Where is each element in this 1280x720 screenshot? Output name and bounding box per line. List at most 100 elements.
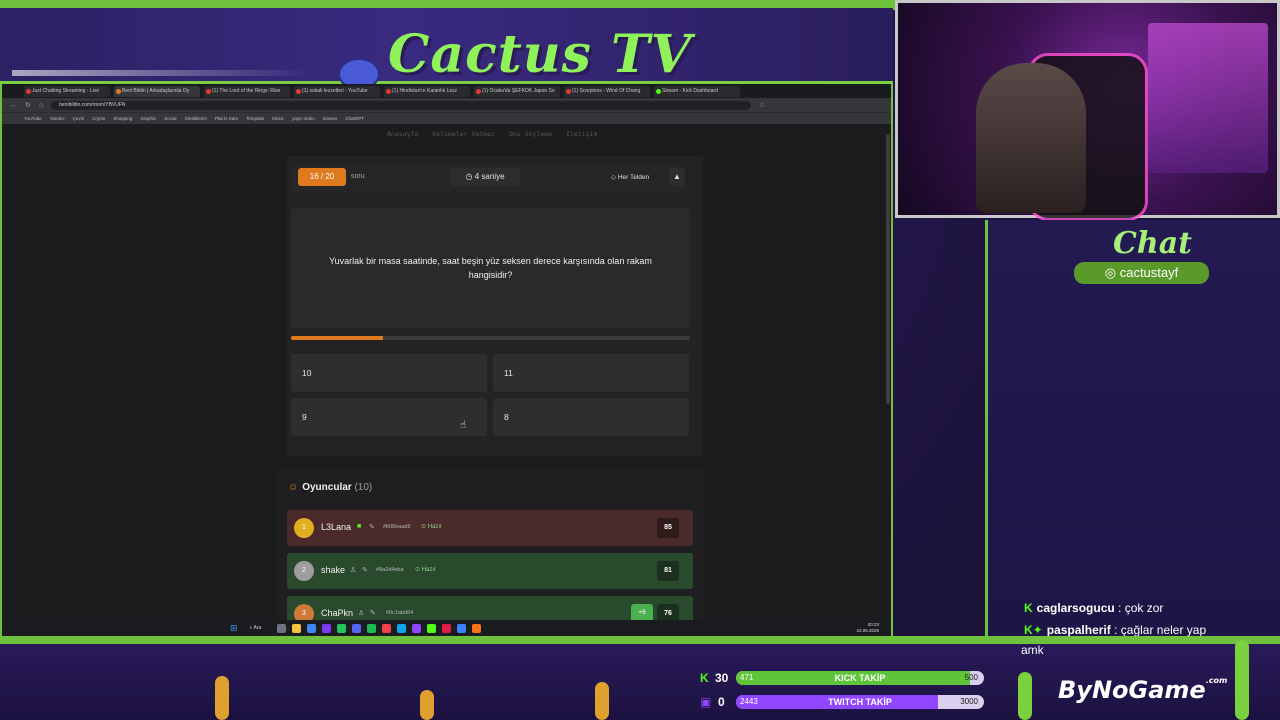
chat-handle: ◎ cactustayf [1074, 262, 1209, 284]
chat-username: caglarsogucu [1036, 601, 1115, 615]
bookmark-star-icon[interactable]: ☆ [759, 101, 765, 109]
cactus-decoration-icon [1018, 672, 1032, 720]
twitch-goal-bar: 2443 TWITCH TAKİP 3000 [736, 695, 984, 709]
url-field[interactable]: benibildin.com/room/YBVUFN [51, 100, 752, 110]
browser-tab[interactable]: (1) sokak lezzetleri - YouTube [294, 85, 380, 97]
reload-icon[interactable]: ↻ [25, 101, 31, 109]
edit-icon[interactable]: ✎ [370, 609, 376, 617]
bookmark-item[interactable]: Çeviri [73, 116, 85, 121]
player-rank: 3 [294, 604, 314, 620]
browser-tab-active[interactable]: Beni Bildin | Arkadaşlarınla Oy [114, 85, 200, 97]
player-score: 81 [657, 561, 679, 581]
player-name: shake [321, 565, 346, 575]
bookmark-item[interactable]: ChatGPT [345, 116, 364, 121]
player-rank: 1 [294, 518, 314, 538]
nav-link-home[interactable]: Anasayfa [387, 130, 418, 138]
browser-tab-strip: Just Chatting Streaming - Live Beni Bild… [2, 84, 891, 98]
back-icon[interactable]: ← [10, 102, 17, 109]
browser-tab[interactable]: Stream - Kick Dashboard [654, 85, 740, 97]
bookmark-item[interactable]: yayın video [292, 116, 315, 121]
browser-tab[interactable]: (1) Hindistan'ın Karanlık Lezz [384, 85, 470, 97]
bookmark-item[interactable]: İzlediklerim [184, 116, 207, 121]
player-rank: 2 [294, 561, 314, 581]
brand-title: Cactus TV [388, 24, 692, 85]
kick-goal-target: 500 [964, 673, 978, 682]
bookmark-item[interactable]: Template [246, 116, 264, 121]
kick-goal-count: 30 [715, 671, 729, 685]
file-explorer-icon[interactable] [292, 623, 302, 633]
bookmark-item[interactable]: Social [164, 116, 176, 121]
edit-icon[interactable]: ✎ [369, 523, 375, 531]
bookmark-item[interactable]: Plat İs Sam [215, 116, 238, 121]
twitch-icon[interactable] [412, 623, 422, 633]
task-view-icon[interactable] [277, 623, 287, 633]
app-icon[interactable] [472, 623, 482, 633]
answer-option-2[interactable]: 11 [493, 354, 689, 392]
question-counter-label: soru [351, 173, 365, 180]
nav-link-taboo[interactable]: Onu Söyleme [509, 130, 552, 138]
bookmark-item[interactable]: YouTube [24, 116, 42, 121]
bookmark-item[interactable]: Graphic [140, 116, 156, 121]
user-icon: ♙ [350, 567, 357, 574]
app-icon[interactable] [397, 623, 407, 633]
tab-favicon-icon [116, 88, 121, 94]
bookmark-item[interactable]: Yandex [50, 116, 65, 121]
nav-link-words[interactable]: Kelimeler Vetmez [432, 130, 495, 138]
cactus-decoration-icon [420, 690, 434, 720]
bookmark-item[interactable]: Shopping [113, 116, 132, 121]
kick-icon[interactable] [427, 623, 437, 633]
tag-icon: ◇ [611, 174, 618, 181]
whatsapp-icon[interactable] [337, 623, 347, 633]
overlay-banner: Cactus TV [0, 8, 893, 90]
taskbar-clock[interactable]: 00:23 24.06.2025 [856, 622, 879, 634]
tab-favicon-icon [566, 88, 571, 94]
kick-badge-icon: K✦ [1024, 623, 1043, 637]
player-id: #0c1abd64 [386, 610, 414, 616]
app-icon[interactable] [457, 623, 467, 633]
kick-badge-icon: ■ [357, 523, 362, 530]
overlay-grass-bottom [0, 636, 1280, 644]
report-button[interactable]: ▲ [669, 168, 685, 186]
answer-option-3[interactable]: 9 [291, 398, 487, 436]
taskbar-apps [277, 623, 482, 633]
instagram-icon: ◎ [1104, 265, 1120, 280]
tab-favicon-icon [206, 88, 211, 94]
app-icon[interactable] [322, 623, 332, 633]
question-counter: 16 / 20 [298, 168, 346, 186]
warning-icon: ▲ [673, 172, 681, 181]
edit-icon[interactable]: ✎ [362, 566, 368, 574]
taskbar-search[interactable]: ⌕ Ara [250, 625, 262, 631]
bookmark-item[interactable]: Music [272, 116, 284, 121]
clock-icon: ◷ [465, 172, 473, 181]
home-icon[interactable]: ⌂ [39, 102, 43, 109]
webcam-background-shelf [1148, 23, 1268, 173]
bookmark-item[interactable]: Crypto [92, 116, 105, 121]
chrome-icon[interactable] [307, 623, 317, 633]
answer-option-4[interactable]: 8 [493, 398, 689, 436]
browser-tab[interactable]: (1) Scorpions - Wind Of Chang [564, 85, 650, 97]
windows-start-icon[interactable]: ⊞ [230, 623, 238, 634]
app-icon[interactable] [382, 623, 392, 633]
discord-icon[interactable] [352, 623, 362, 633]
player-name: ChaPkn [321, 608, 354, 618]
app-icon[interactable] [442, 623, 452, 633]
nav-link-contact[interactable]: İletişim [566, 130, 597, 138]
spotify-icon[interactable] [367, 623, 377, 633]
tab-favicon-icon [476, 88, 481, 94]
users-icon: ☺ [288, 482, 299, 493]
players-title: ☺ Oyuncular (10) [288, 482, 373, 493]
tab-favicon-icon [656, 88, 661, 94]
players-card: ☺ Oyuncular (10) 1 L3Lana ■ ✎ #b08eaad9 ⊙… [277, 470, 705, 620]
browser-tab[interactable]: (1) Ocaka'da ŞEFKOK Japon So [474, 85, 560, 97]
chat-title: Chat [1113, 226, 1192, 261]
chat-text: : çok zor [1114, 601, 1164, 615]
scrollbar-thumb[interactable] [886, 134, 890, 404]
page-scrollbar[interactable] [885, 124, 891, 620]
browser-tab[interactable]: Just Chatting Streaming - Live [24, 85, 110, 97]
web-page: Anasayfa Kelimeler Vetmez Onu Söyleme İl… [2, 124, 891, 620]
bookmark-item[interactable]: Games [323, 116, 338, 121]
twitch-goal-count: 0 [718, 695, 725, 709]
browser-tab[interactable]: (1) The Lord of the Rings: Rise [204, 85, 290, 97]
kick-goal-label: KICK TAKİP [834, 673, 886, 683]
answer-option-1[interactable]: 10 [291, 354, 487, 392]
